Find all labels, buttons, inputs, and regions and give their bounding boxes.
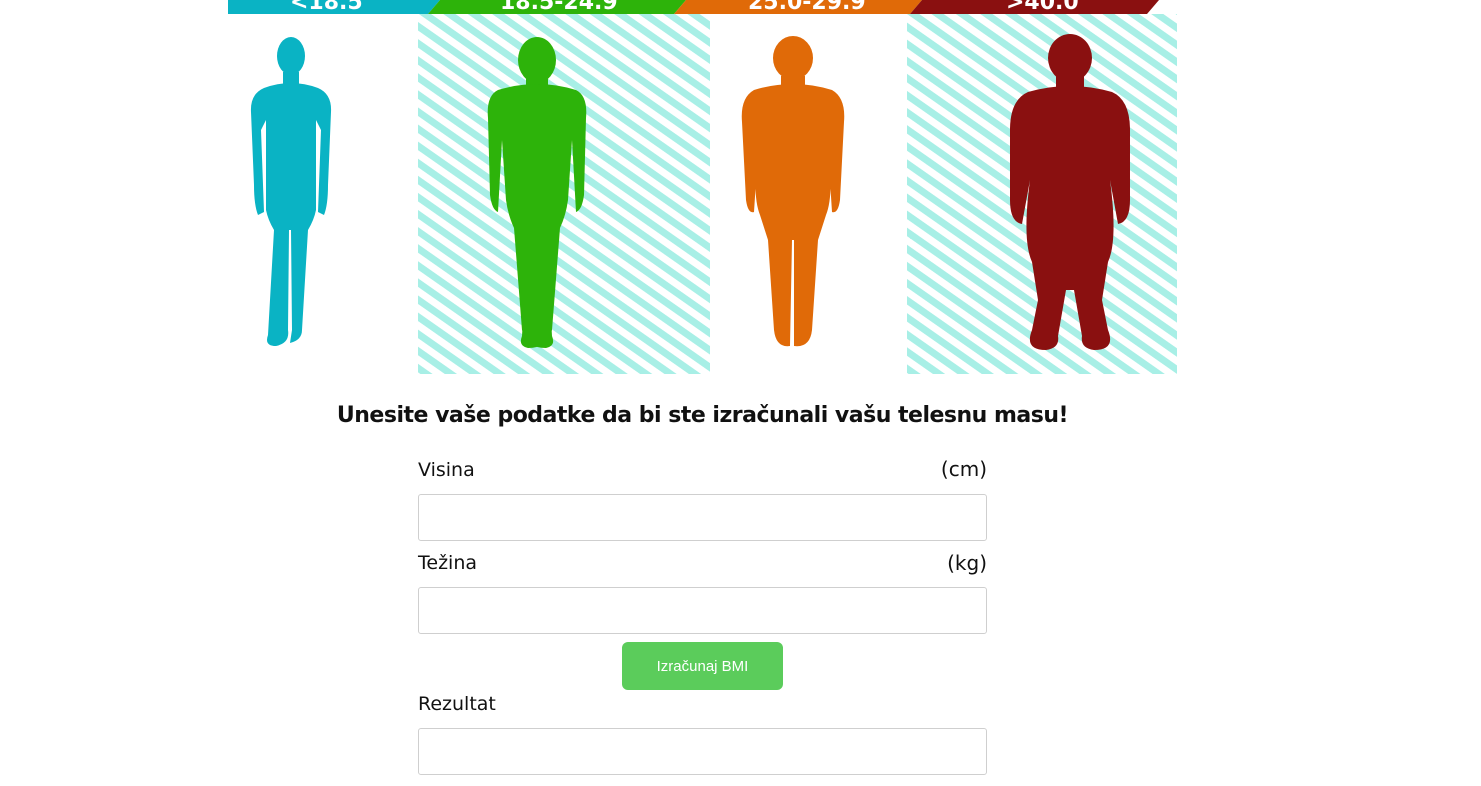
category-label-overweight: 25.0-29.9 bbox=[748, 0, 866, 15]
result-label: Rezultat bbox=[418, 693, 496, 715]
height-input[interactable] bbox=[418, 494, 987, 541]
silhouette-overweight-icon bbox=[741, 36, 845, 347]
bmi-banner-illustration: <18.5 18.5-24.9 25.0-29.9 >40.0 bbox=[228, 0, 1177, 374]
weight-label: Težina bbox=[418, 552, 478, 574]
weight-input[interactable] bbox=[418, 587, 987, 634]
category-label-obese: >40.0 bbox=[1006, 0, 1079, 15]
category-label-normal: 18.5-24.9 bbox=[500, 0, 618, 15]
bmi-categories-banner: <18.5 18.5-24.9 25.0-29.9 >40.0 bbox=[228, 0, 1177, 374]
weight-unit-label: (kg) bbox=[947, 551, 987, 575]
height-label: Visina bbox=[418, 459, 475, 481]
calculate-bmi-button[interactable]: Izračunaj BMI bbox=[622, 642, 783, 690]
result-output[interactable] bbox=[418, 728, 987, 775]
category-label-underweight: <18.5 bbox=[290, 0, 363, 15]
page-title: Unesite vaše podatke da bi ste izračunal… bbox=[336, 403, 1069, 428]
height-unit-label: (cm) bbox=[940, 457, 987, 481]
silhouette-underweight-icon bbox=[250, 37, 332, 346]
